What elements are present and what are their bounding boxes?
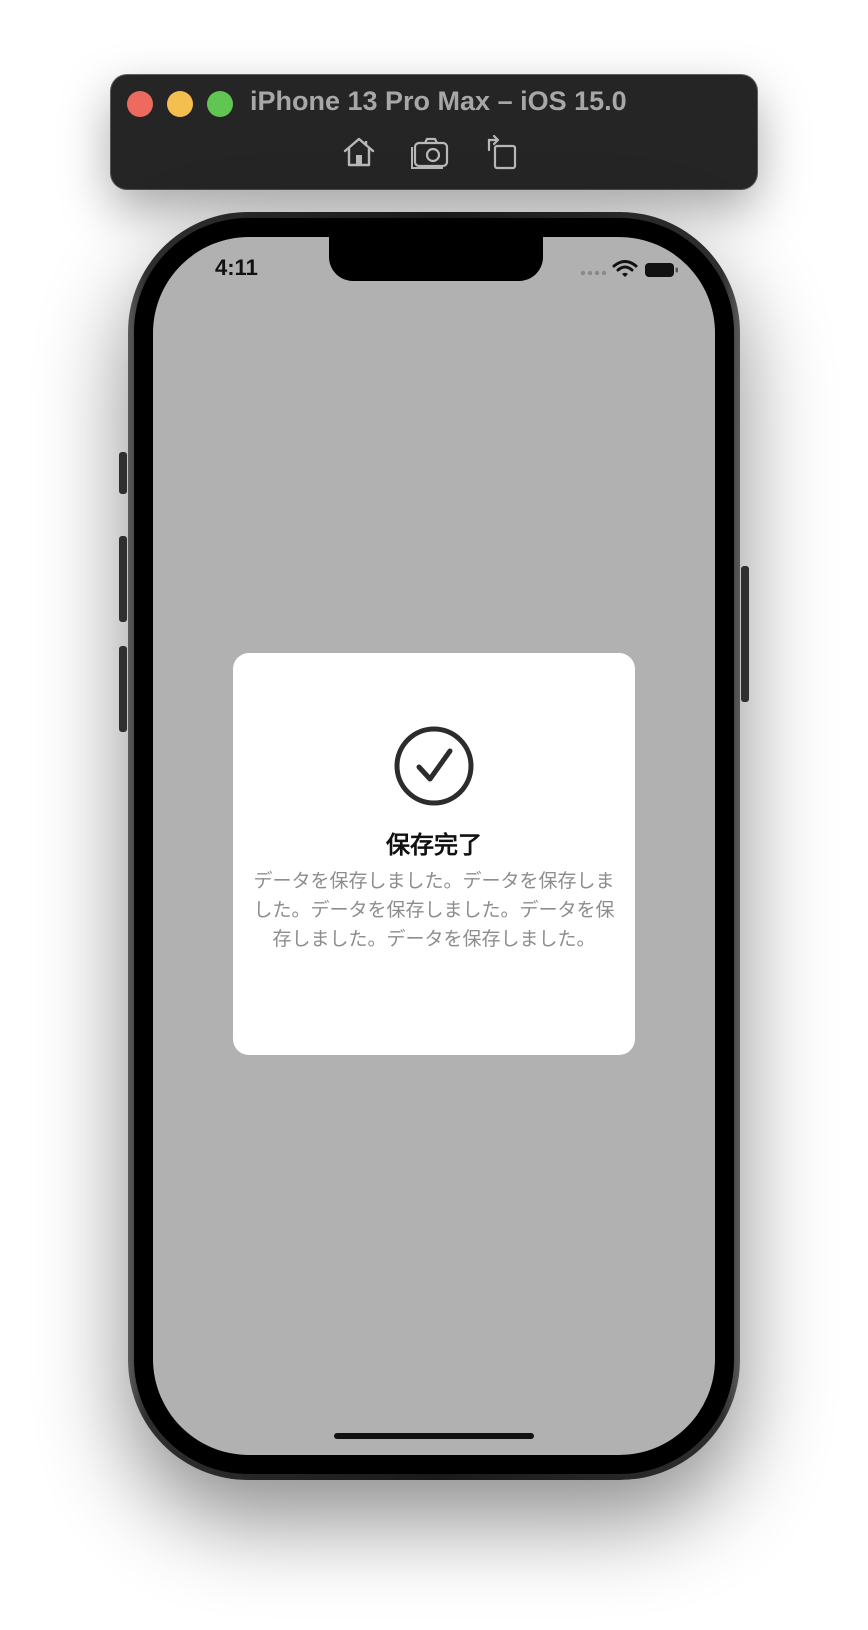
home-indicator[interactable] bbox=[334, 1433, 534, 1439]
window-title: iPhone 13 Pro Max – iOS 15.0 bbox=[250, 86, 627, 116]
window-minimize-button[interactable] bbox=[167, 91, 193, 117]
rotate-icon bbox=[487, 134, 517, 170]
simulator-toolbar: iPhone 13 Pro Max – iOS 15.0 bbox=[111, 75, 757, 189]
volume-up-button[interactable] bbox=[119, 536, 127, 622]
save-complete-dialog: 保存完了 データを保存しました。データを保存しました。データを保存しました。デー… bbox=[233, 653, 635, 1055]
camera-icon bbox=[411, 137, 449, 169]
checkmark-circle-icon bbox=[394, 726, 474, 806]
wifi-icon bbox=[612, 260, 638, 277]
status-icons bbox=[579, 257, 679, 281]
notch bbox=[329, 237, 543, 281]
rotate-button[interactable] bbox=[481, 132, 521, 172]
status-time: 4:11 bbox=[215, 255, 258, 280]
device-screen: 4:11 保存完了 データを保存しました。データを保存しました。データを保存しま… bbox=[153, 237, 715, 1455]
home-button[interactable] bbox=[339, 132, 379, 172]
volume-down-button[interactable] bbox=[119, 646, 127, 732]
simulator-page: iPhone 13 Pro Max – iOS 15.0 4:11 保存完了 デ… bbox=[0, 0, 868, 1630]
dialog-title: 保存完了 bbox=[386, 831, 482, 859]
mute-switch[interactable] bbox=[119, 452, 127, 494]
signal-dots-icon bbox=[580, 270, 607, 276]
battery-icon bbox=[645, 263, 678, 277]
power-button[interactable] bbox=[741, 566, 749, 702]
window-zoom-button[interactable] bbox=[207, 91, 233, 117]
window-close-button[interactable] bbox=[127, 91, 153, 117]
screenshot-button[interactable] bbox=[411, 132, 451, 172]
home-icon bbox=[343, 137, 375, 167]
dialog-message: データを保存しました。データを保存しました。データを保存しました。データを保存し… bbox=[253, 870, 615, 950]
